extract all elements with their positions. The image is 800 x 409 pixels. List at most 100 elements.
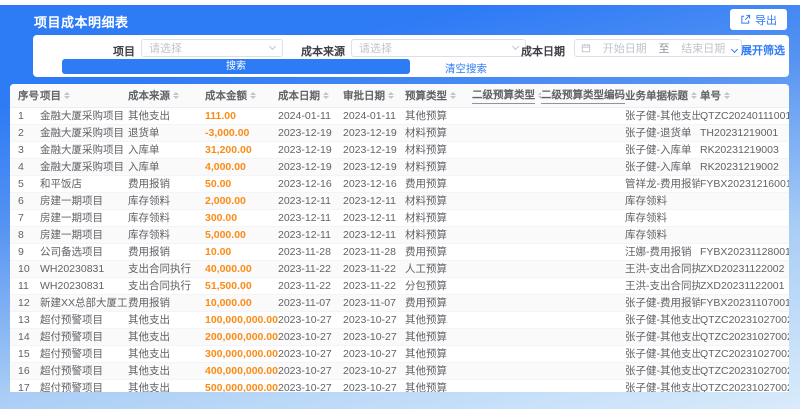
cell-doc_no: QTZC20231027002 [700,365,789,377]
cell-budget_type: 材料预算 [405,212,447,224]
cell-cost_date: 2023-11-28 [278,246,331,258]
column-header-approve_date[interactable]: 审批日期 [343,84,405,107]
cell-budget_type: 分包预算 [405,280,447,292]
cost-source-select[interactable]: 请选择 [351,39,526,57]
cell-budget_type2 [472,193,541,209]
cell-budget_type2_code [541,159,625,175]
clear-search-link[interactable]: 清空搜索 [445,61,487,76]
cell-index: 2 [18,127,24,139]
column-header-doc_title[interactable]: 业务单据标题 [625,84,700,107]
column-header-budget_type2[interactable]: 二级预算类型 [472,84,541,107]
cell-budget_type: 其他预算 [405,331,447,343]
column-header-label: 序号 [18,90,39,102]
cell-cost_date: 2023-10-27 [278,382,332,392]
sort-icon[interactable] [173,91,179,100]
table-row: 11 WH20230831 支出合同执行 51,500.00 2023-11-22 202… [10,278,789,295]
cell-doc_no: QTZC20231027002 [700,331,789,343]
cell-approve_date: 2023-11-07 [343,297,396,309]
cell-cost_source: 支出合同执行 [128,263,191,275]
cost-source-select-placeholder: 请选择 [359,43,392,55]
cell-budget_type2 [472,346,541,362]
end-date-placeholder[interactable]: 结束日期 [672,40,736,56]
column-header-cost_source[interactable]: 成本来源 [128,84,205,107]
column-header-label: 项目 [40,90,61,102]
start-date-placeholder[interactable]: 开始日期 [593,40,657,56]
title-bar: 项目成本明细表 导出 [0,5,800,35]
cell-budget_type2_code [541,210,625,226]
cell-doc_no: TH20231219001 [700,127,779,139]
cell-index: 4 [18,161,24,173]
cell-approve_date: 2023-12-11 [343,229,396,241]
cell-project: 金融大厦采购项目 [40,110,124,122]
cell-budget_type: 人工预算 [405,263,447,275]
table-row: 10 WH20230831 支出合同执行 40,000.00 2023-11-22 202… [10,261,789,278]
cell-doc_no: ZXD20231122002 [700,263,785,275]
cell-cost_amount: 500,000,000.00 [205,382,278,392]
cell-project: 超付预警项目 [40,365,103,377]
column-header-doc_no[interactable]: 单号 [700,84,789,107]
cell-doc_no: RK20231219003 [700,144,779,156]
cell-doc_no: FYBX20231216001 [700,178,789,190]
cell-doc_title: 张子健-退货单 [625,127,692,139]
cell-project: 超付预警项目 [40,314,103,326]
table-header-row: 序号 项目 成本来源 成本金额 成本日期 审批日期 预算类型 二级预算类型 二级预算类型编码 业务… [10,84,789,108]
cell-project: WH20230831 [40,280,105,292]
cell-budget_type2 [472,210,541,226]
sort-icon[interactable] [450,91,456,100]
cell-project: 金融大厦采购项目 [40,127,124,139]
cell-cost_date: 2023-12-19 [278,161,332,173]
sort-icon[interactable] [388,91,394,100]
column-header-budget_type2_code[interactable]: 二级预算类型编码 [541,84,625,107]
cell-cost_amount: 50.00 [205,178,232,190]
cell-budget_type: 其他预算 [405,348,447,360]
table-row: 8 房建一期项目 库存领料 5,000.00 2023-12-11 2023-12-11 材… [10,227,789,244]
column-header-cost_amount[interactable]: 成本金额 [205,84,278,107]
cell-budget_type: 费用预算 [405,246,447,258]
cell-doc_no [700,210,789,226]
cell-budget_type: 材料预算 [405,229,447,241]
cell-budget_type2 [472,125,541,141]
cell-cost_source: 费用报销 [128,297,170,309]
cell-project: 房建一期项目 [40,229,103,241]
cell-cost_source: 其他支出 [128,331,170,343]
column-header-budget_type[interactable]: 预算类型 [405,84,472,107]
table-row: 9 公司备选项目 费用报销 10.00 2023-11-28 2023-11-28 费用预算… [10,244,789,261]
column-header-cost_date[interactable]: 成本日期 [278,84,343,107]
cell-budget_type: 其他预算 [405,365,447,377]
cell-doc_no: QTZC20231027002 [700,348,789,360]
cell-doc_no: FYBX20231107001 [700,297,789,309]
cell-index: 7 [18,212,24,224]
expand-filter-link[interactable]: 展开筛选 [730,42,785,58]
sort-icon[interactable] [724,91,730,100]
cell-doc_no: QTZC20231027002 [700,382,789,392]
cell-budget_type2_code [541,244,625,260]
cell-doc_title: 张子健-入库单 [625,161,692,173]
date-separator: 至 [658,43,670,55]
export-button[interactable]: 导出 [730,9,787,30]
project-select[interactable]: 请选择 [141,39,283,57]
cell-cost_date: 2023-10-27 [278,314,332,326]
cell-index: 1 [18,110,24,122]
column-header-label: 单号 [700,90,721,102]
sort-icon[interactable] [250,91,256,100]
cell-cost_amount: 111.00 [205,110,236,122]
column-header-project[interactable]: 项目 [40,84,128,107]
cell-cost_amount: 200,000,000.00 [205,331,278,343]
cell-cost_amount: 300.00 [205,212,238,224]
search-button[interactable]: 搜索 [62,59,410,74]
cell-index: 17 [18,382,30,392]
cell-budget_type2_code [541,125,625,141]
cell-cost_amount: 300,000,000.00 [205,348,278,360]
export-icon [741,14,751,24]
sort-icon[interactable] [64,91,70,100]
cell-cost_date: 2023-10-27 [278,348,332,360]
cost-date-range-input[interactable]: 开始日期 至 结束日期 [574,39,742,57]
project-filter-label: 项目 [113,46,135,58]
cell-doc_title: 张子健-费用报销 [625,297,700,309]
cell-cost_date: 2023-11-22 [278,263,331,275]
cell-index: 10 [18,263,30,275]
sort-icon[interactable] [323,91,329,100]
sort-icon[interactable] [691,91,697,100]
cell-project: 超付预警项目 [40,331,103,343]
cell-cost_date: 2023-10-27 [278,365,332,377]
